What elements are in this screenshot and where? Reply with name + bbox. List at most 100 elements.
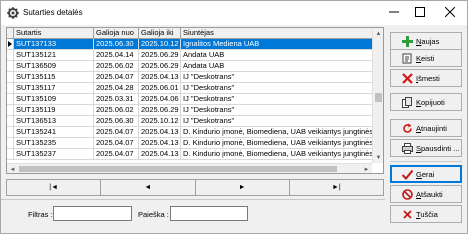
table-row[interactable]: SUT135241 2025.04.07 2025.04.13 D. Kindurio… bbox=[7, 127, 372, 138]
search-input[interactable] bbox=[170, 206, 248, 221]
contract-cell[interactable]: SUT135109 bbox=[14, 94, 94, 104]
refresh-button[interactable]: Atnaujinti bbox=[390, 119, 462, 137]
delete-button[interactable]: Išmesti bbox=[390, 69, 462, 87]
valid-to-cell[interactable]: 2025.04.13 bbox=[139, 149, 181, 159]
scroll-left-icon[interactable]: ◄ bbox=[7, 164, 18, 173]
contract-cell[interactable]: SUT135115 bbox=[14, 72, 94, 82]
copy-button[interactable]: Kopijuoti bbox=[390, 93, 462, 111]
table-row[interactable]: SUT135119 2025.06.02 2025.06.29 IJ "Deskotr… bbox=[7, 105, 372, 116]
column-header-sender[interactable]: Siuntėjas bbox=[181, 28, 372, 38]
horizontal-scroll-thumb[interactable] bbox=[19, 166, 337, 172]
valid-to-cell[interactable]: 2025.06.29 bbox=[139, 105, 181, 115]
sender-cell[interactable]: IJ "Deskotrans" bbox=[181, 105, 372, 115]
print-button[interactable]: Spausdinti ... bbox=[390, 139, 462, 157]
valid-from-cell[interactable]: 2025.06.02 bbox=[94, 105, 139, 115]
valid-from-cell[interactable]: 2025.04.28 bbox=[94, 83, 139, 93]
valid-to-cell[interactable]: 2025.04.13 bbox=[139, 127, 181, 137]
maximize-button[interactable] bbox=[407, 3, 433, 23]
column-header-contract[interactable]: Sutartis bbox=[14, 28, 94, 38]
valid-from-cell[interactable]: 2025.04.14 bbox=[94, 50, 139, 60]
column-header-valid-to[interactable]: Galioja iki bbox=[139, 28, 181, 38]
prev-record-button[interactable]: ◄ bbox=[101, 180, 196, 195]
valid-to-cell[interactable]: 2025.06.29 bbox=[139, 50, 181, 60]
table-row[interactable]: SUT135109 2025.03.31 2025.04.06 IJ "Deskotr… bbox=[7, 94, 372, 105]
contract-cell[interactable]: SUT135241 bbox=[14, 127, 94, 137]
grid-header: Sutartis Galioja nuo Galioja iki Siuntėj… bbox=[7, 28, 372, 39]
add-icon bbox=[401, 35, 413, 47]
edit-button[interactable]: Keisti bbox=[390, 49, 462, 67]
contract-cell[interactable]: SUT135119 bbox=[14, 105, 94, 115]
valid-to-cell[interactable]: 2025.04.13 bbox=[139, 138, 181, 148]
valid-to-cell[interactable]: 2025.10.12 bbox=[139, 116, 181, 126]
valid-from-cell[interactable]: 2025.04.07 bbox=[94, 138, 139, 148]
row-indicator bbox=[7, 61, 14, 71]
table-row[interactable]: SUT135117 2025.04.28 2025.06.01 IJ "Deskotr… bbox=[7, 83, 372, 94]
vertical-scrollbar[interactable]: ▲ ▼ bbox=[372, 28, 383, 163]
valid-to-cell[interactable]: 2025.04.13 bbox=[139, 72, 181, 82]
clear-button-label: Tuščia bbox=[416, 209, 438, 219]
contracts-grid[interactable]: Sutartis Galioja nuo Galioja iki Siuntėj… bbox=[6, 27, 384, 174]
row-indicator bbox=[7, 149, 14, 159]
search-label: Paieška : bbox=[138, 210, 169, 219]
sender-cell[interactable]: IJ "Deskotrans" bbox=[181, 94, 372, 104]
table-row[interactable]: SUT135235 2025.04.07 2025.04.13 D. Kindurio… bbox=[7, 138, 372, 149]
edit-button-label: Keisti bbox=[416, 53, 435, 63]
valid-from-cell[interactable]: 2025.04.07 bbox=[94, 72, 139, 82]
contract-cell[interactable]: SUT135117 bbox=[14, 83, 94, 93]
copy-button-label: Kopijuoti bbox=[416, 97, 445, 107]
contract-cell[interactable]: SUT136513 bbox=[14, 116, 94, 126]
ok-button[interactable]: Gerai bbox=[390, 165, 462, 183]
sender-cell[interactable]: Andata UAB bbox=[181, 61, 372, 71]
valid-from-cell[interactable]: 2025.06.02 bbox=[94, 61, 139, 71]
sender-cell[interactable]: IJ "Deskotrans" bbox=[181, 116, 372, 126]
sender-cell[interactable]: IJ "Deskotrans" bbox=[181, 83, 372, 93]
table-row[interactable]: SUT135115 2025.04.07 2025.04.13 IJ "Deskotr… bbox=[7, 72, 372, 83]
contract-cell[interactable]: SUT136509 bbox=[14, 61, 94, 71]
table-row[interactable]: SUT135237 2025.04.07 2025.04.13 D. Kindurio… bbox=[7, 149, 372, 160]
cancel-button[interactable]: Atšaukti bbox=[390, 185, 462, 203]
contract-cell[interactable]: SUT135121 bbox=[14, 50, 94, 60]
valid-from-cell[interactable]: 2025.04.07 bbox=[94, 149, 139, 159]
filter-input[interactable] bbox=[53, 206, 132, 221]
scroll-right-icon[interactable]: ► bbox=[361, 164, 372, 173]
clear-button[interactable]: Tuščia bbox=[390, 205, 462, 223]
valid-to-cell[interactable]: 2025.10.12 bbox=[139, 39, 181, 49]
close-button[interactable] bbox=[437, 3, 463, 23]
scroll-up-icon[interactable]: ▲ bbox=[373, 28, 383, 39]
valid-from-cell[interactable]: 2025.06.30 bbox=[94, 116, 139, 126]
contract-cell[interactable]: SUT135235 bbox=[14, 138, 94, 148]
row-indicator bbox=[7, 50, 14, 60]
valid-to-cell[interactable]: 2025.06.29 bbox=[139, 61, 181, 71]
delete-x-icon bbox=[401, 72, 413, 84]
clear-x-icon bbox=[401, 208, 413, 220]
sender-cell[interactable]: D. Kindurio įmonė, Biomediena, UAB veiki… bbox=[181, 127, 372, 137]
last-record-button[interactable]: ►| bbox=[290, 180, 383, 195]
valid-from-cell[interactable]: 2025.03.31 bbox=[94, 94, 139, 104]
vertical-scroll-thumb[interactable] bbox=[375, 93, 382, 102]
valid-to-cell[interactable]: 2025.06.01 bbox=[139, 83, 181, 93]
valid-from-cell[interactable]: 2025.06.30 bbox=[94, 39, 139, 49]
contract-cell[interactable]: SUT135237 bbox=[14, 149, 94, 159]
valid-from-cell[interactable]: 2025.04.07 bbox=[94, 127, 139, 137]
valid-to-cell[interactable]: 2025.04.06 bbox=[139, 94, 181, 104]
sender-cell[interactable]: Ignalitos Medienа UAB bbox=[181, 39, 372, 49]
horizontal-scrollbar[interactable]: ◄ ► bbox=[7, 163, 372, 173]
close-icon bbox=[444, 6, 456, 19]
sender-cell[interactable]: D. Kindurio įmonė, Biomediena, UAB veiki… bbox=[181, 138, 372, 148]
sender-cell[interactable]: Andata UAB bbox=[181, 50, 372, 60]
column-header-valid-from[interactable]: Galioja nuo bbox=[94, 28, 139, 38]
minimize-button[interactable] bbox=[381, 3, 407, 23]
contract-cell[interactable]: SUT137133 bbox=[14, 39, 94, 49]
first-record-button[interactable]: |◄ bbox=[7, 180, 102, 195]
record-navigator: |◄ ◄ ► ►| bbox=[6, 179, 384, 196]
table-row[interactable]: SUT136513 2025.06.30 2025.10.12 IJ "Deskotr… bbox=[7, 116, 372, 127]
new-button[interactable]: Naujas bbox=[390, 32, 462, 50]
sender-cell[interactable]: D. Kindurio įmonė, Biomediena, UAB veiki… bbox=[181, 149, 372, 159]
cancel-button-label: Atšaukti bbox=[416, 189, 443, 199]
sender-cell[interactable]: IJ "Deskotrans" bbox=[181, 72, 372, 82]
next-record-button[interactable]: ► bbox=[196, 180, 290, 195]
scroll-down-icon[interactable]: ▼ bbox=[373, 152, 383, 163]
table-row[interactable]: SUT135121 2025.04.14 2025.06.29 Andata UAB bbox=[7, 50, 372, 61]
table-row[interactable]: SUT136509 2025.06.02 2025.06.29 Andata UAB bbox=[7, 61, 372, 72]
table-row[interactable]: SUT137133 2025.06.30 2025.10.12 Ignalitos M… bbox=[7, 39, 372, 50]
